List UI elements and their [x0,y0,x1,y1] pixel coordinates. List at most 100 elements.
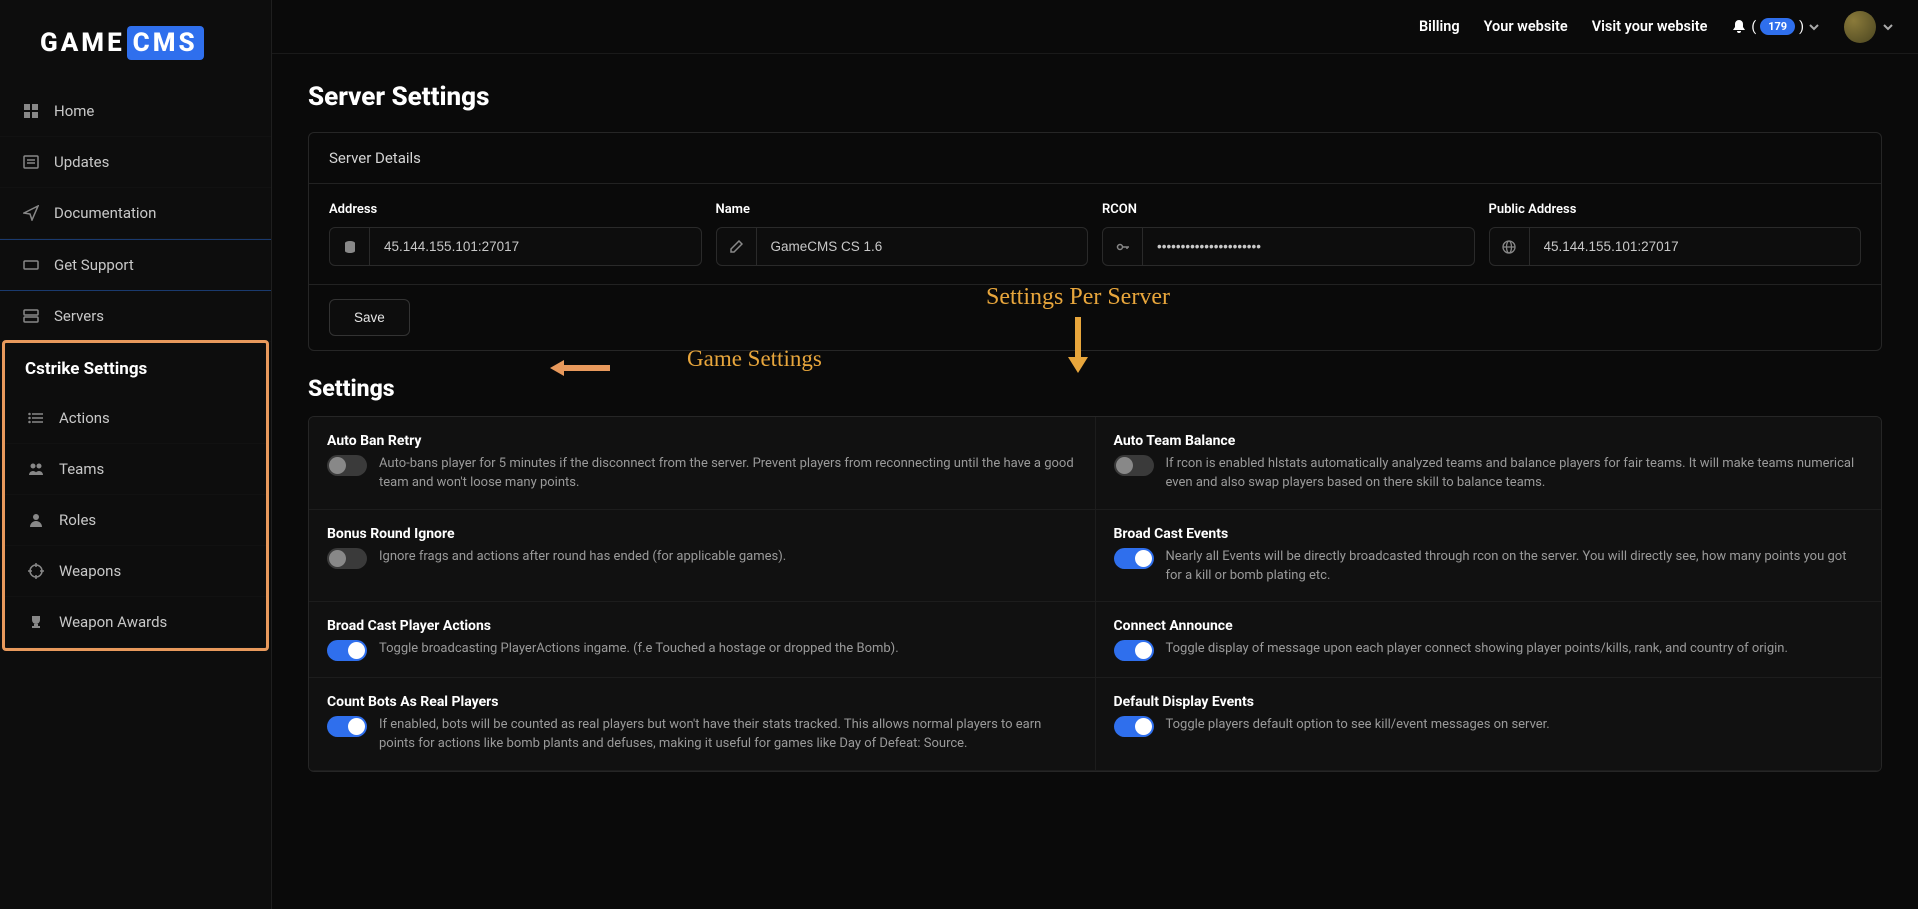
address-input[interactable] [370,228,701,265]
setting-cell: Default Display Events Toggle players def… [1096,678,1882,770]
ticket-icon [22,256,40,274]
field-label: Public Address [1489,202,1862,217]
notifications-button[interactable]: ( 179 ) [1731,18,1820,35]
topbar-link-visit[interactable]: Visit your website [1592,18,1708,35]
chevron-down-icon[interactable] [1882,21,1894,33]
field-name: Name [716,202,1089,266]
field-label: RCON [1102,202,1475,217]
paren-open: ( [1751,19,1756,35]
grid-icon [22,102,40,120]
setting-body: Auto-bans player for 5 minutes if the di… [327,455,1077,493]
bell-icon [1731,19,1747,35]
sidebar-item-home[interactable]: Home [0,86,271,137]
sidebar-item-label: Weapons [59,562,121,580]
topbar-link-website[interactable]: Your website [1484,18,1568,35]
setting-title: Broad Cast Events [1114,526,1864,542]
topbar: Billing Your website Visit your website … [272,0,1918,54]
settings-row: Bonus Round Ignore Ignore frags and actio… [309,510,1881,603]
name-input[interactable] [757,228,1088,265]
sidebar-item-label: Actions [59,409,110,427]
setting-title: Count Bots As Real Players [327,694,1077,710]
news-icon [22,153,40,171]
key-icon [1103,228,1143,265]
setting-body: If rcon is enabled hlstats automatically… [1114,455,1864,493]
setting-cell: Connect Announce Toggle display of messag… [1096,602,1882,677]
sidebar-item-weapons[interactable]: Weapons [5,546,266,597]
sidebar-item-roles[interactable]: Roles [5,495,266,546]
setting-title: Broad Cast Player Actions [327,618,1077,634]
setting-title: Auto Ban Retry [327,433,1077,449]
setting-cell: Broad Cast Player Actions Toggle broadcas… [309,602,1096,677]
sidebar-item-support[interactable]: Get Support [0,239,271,291]
trophy-icon [27,613,45,631]
settings-section-title: Settings [308,375,1882,402]
globe-icon [1490,228,1530,265]
sidebar-item-servers[interactable]: Servers [0,291,271,342]
brand-logo[interactable]: GAMECMS [0,0,271,86]
sidebar-item-label: Updates [54,153,109,171]
database-icon [330,228,370,265]
setting-title: Connect Announce [1114,618,1864,634]
sidebar-item-weapon-awards[interactable]: Weapon Awards [5,597,266,648]
rcon-input[interactable] [1143,228,1474,265]
setting-cell: Broad Cast Events Nearly all Events will … [1096,510,1882,602]
setting-description: Toggle display of message upon each play… [1166,640,1788,659]
setting-description: If enabled, bots will be counted as real… [379,716,1077,754]
setting-description: Toggle players default option to see kil… [1166,716,1550,735]
setting-body: Toggle display of message upon each play… [1114,640,1864,661]
sidebar-item-label: Home [54,102,94,120]
setting-cell: Auto Team Balance If rcon is enabled hlst… [1096,417,1882,509]
arrow-down-icon [1066,317,1090,373]
cstrike-settings-group: Cstrike Settings Actions Teams Roles [2,340,269,651]
setting-description: Toggle broadcasting PlayerActions ingame… [379,640,899,659]
sidebar-item-updates[interactable]: Updates [0,137,271,188]
setting-cell: Auto Ban Retry Auto-bans player for 5 min… [309,417,1096,509]
toggle-switch[interactable] [1114,548,1154,569]
save-button[interactable]: Save [329,299,410,336]
setting-description: If rcon is enabled hlstats automatically… [1166,455,1864,493]
sidebar-section-title: Cstrike Settings [5,343,266,393]
toggle-switch[interactable] [1114,640,1154,661]
send-icon [22,204,40,222]
paren-close: ) [1799,19,1804,35]
setting-description: Auto-bans player for 5 minutes if the di… [379,455,1077,493]
page-title: Server Settings [308,82,1882,112]
setting-title: Default Display Events [1114,694,1864,710]
annotation-per-server: Settings Per Server [986,284,1170,373]
toggle-switch[interactable] [327,548,367,569]
server-icon [22,307,40,325]
public-address-input[interactable] [1530,228,1861,265]
setting-body: Toggle players default option to see kil… [1114,716,1864,737]
main-content: Billing Your website Visit your website … [272,0,1918,909]
topbar-link-billing[interactable]: Billing [1419,18,1460,35]
toggle-switch[interactable] [327,640,367,661]
sidebar-item-documentation[interactable]: Documentation [0,188,271,239]
setting-cell: Bonus Round Ignore Ignore frags and actio… [309,510,1096,602]
sidebar-item-label: Documentation [54,204,156,222]
setting-title: Bonus Round Ignore [327,526,1077,542]
setting-description: Ignore frags and actions after round has… [379,548,786,567]
sidebar-item-label: Get Support [54,256,134,274]
sidebar-item-teams[interactable]: Teams [5,444,266,495]
annotation-game-settings: Game Settings [687,346,822,372]
settings-grid: Auto Ban Retry Auto-bans player for 5 min… [308,416,1882,772]
sidebar-item-label: Servers [54,307,104,325]
sidebar: GAMECMS Home Updates Documentation Get S… [0,0,272,909]
list-icon [27,409,45,427]
setting-title: Auto Team Balance [1114,433,1864,449]
avatar[interactable] [1844,11,1876,43]
settings-row: Broad Cast Player Actions Toggle broadcas… [309,602,1881,678]
sidebar-item-actions[interactable]: Actions [5,393,266,444]
sidebar-item-label: Teams [59,460,104,478]
annotation-text: Settings Per Server [986,284,1170,310]
toggle-switch[interactable] [327,455,367,476]
user-icon [27,511,45,529]
toggle-switch[interactable] [1114,455,1154,476]
setting-body: Nearly all Events will be directly broad… [1114,548,1864,586]
setting-body: Toggle broadcasting PlayerActions ingame… [327,640,1077,661]
toggle-switch[interactable] [1114,716,1154,737]
toggle-switch[interactable] [327,716,367,737]
card-header: Server Details [309,133,1881,184]
chevron-down-icon [1808,21,1820,33]
annotation-arrow-left [550,358,610,378]
